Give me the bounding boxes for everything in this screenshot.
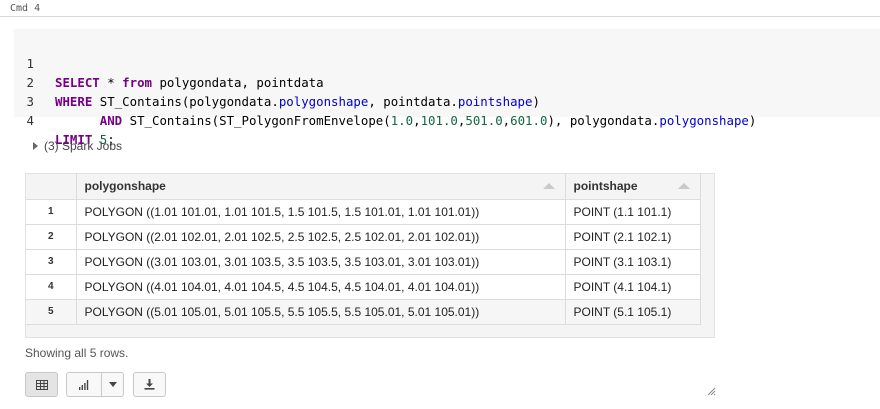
sql-number: 601.0: [510, 113, 548, 128]
sql-text: ST_Contains(polygondata.: [92, 94, 279, 109]
cell-polygonshape: POLYGON ((5.01 105.01, 5.01 105.5, 5.5 1…: [76, 299, 566, 325]
code-text: SELECT * from polygondata, pointdata: [55, 73, 324, 92]
code-line: 3 AND ST_Contains(ST_PolygonFromEnvelope…: [14, 73, 757, 128]
download-button[interactable]: [133, 372, 166, 397]
column-header-pointshape[interactable]: pointshape: [565, 174, 701, 200]
code-editor[interactable]: 1 SELECT * from polygondata, pointdata 2…: [14, 29, 880, 147]
spark-jobs-toggle[interactable]: (3) Spark Jobs: [33, 139, 122, 153]
cell-pointshape: POINT (5.1 105.1): [565, 299, 701, 325]
spark-jobs-label: (3) Spark Jobs: [44, 139, 123, 153]
sql-property: pointshape: [457, 94, 533, 109]
table-view-button[interactable]: [25, 372, 58, 397]
cell-label: Cmd 4: [10, 3, 41, 14]
sql-text: , pointdata.: [368, 94, 458, 109]
code-text: WHERE ST_Contains(polygondata.polygonsha…: [55, 92, 540, 111]
sql-keyword: AND: [99, 113, 123, 128]
download-icon: [144, 379, 155, 390]
row-number: 3: [26, 249, 77, 275]
cell-polygonshape: POLYGON ((2.01 102.01, 2.01 102.5, 2.5 1…: [76, 224, 566, 250]
chart-options-dropdown[interactable]: [101, 372, 124, 397]
row-number: 2: [26, 224, 77, 250]
chart-view-button[interactable]: [66, 372, 101, 397]
column-header-label: polygonshape: [84, 179, 166, 194]
cell-polygonshape: POLYGON ((3.01 103.01, 3.01 103.5, 3.5 1…: [76, 249, 566, 275]
cell-polygonshape: POLYGON ((1.01 101.01, 1.01 101.5, 1.5 1…: [76, 199, 566, 225]
sql-number: 501.0: [465, 113, 503, 128]
column-header-polygonshape[interactable]: polygonshape: [76, 174, 566, 200]
table-row: 5 POLYGON ((5.01 105.01, 5.01 105.5, 5.5…: [26, 299, 701, 325]
table-row: 3 POLYGON ((3.01 103.01, 3.01 103.5, 3.5…: [26, 249, 701, 275]
code-line: 2 WHERE ST_Contains(polygondata.polygons…: [14, 54, 540, 109]
table-row: 2 POLYGON ((2.01 102.01, 2.01 102.5, 2.5…: [26, 224, 701, 250]
caret-down-icon: [108, 382, 117, 387]
cell-pointshape: POINT (1.1 101.1): [565, 199, 701, 225]
sql-text: ,: [413, 113, 421, 128]
code-text: AND ST_Contains(ST_PolygonFromEnvelope(1…: [55, 111, 757, 130]
row-number: 1: [26, 199, 77, 225]
sql-keyword: SELECT: [55, 75, 100, 90]
table-row: 1 POLYGON ((1.01 101.01, 1.01 101.5, 1.5…: [26, 199, 701, 225]
sql-number: 101.0: [420, 113, 458, 128]
sql-text: polygondata, pointdata: [152, 75, 324, 90]
result-table: polygonshape pointshape 1 POLYGON ((1.01…: [25, 173, 715, 338]
row-number: 4: [26, 274, 77, 300]
cell-pointshape: POINT (4.1 104.1): [565, 274, 701, 300]
row-number: 5: [26, 299, 77, 325]
table-row: 4 POLYGON ((4.01 104.01, 4.01 104.5, 4.5…: [26, 274, 701, 300]
sql-number: 1.0: [390, 113, 414, 128]
column-header-label: pointshape: [573, 179, 638, 194]
resize-handle-icon[interactable]: [706, 386, 716, 396]
row-index-header: [26, 174, 77, 200]
sql-text: *: [99, 75, 123, 90]
cell-pointshape: POINT (2.1 102.1): [565, 224, 701, 250]
table-icon: [35, 379, 48, 390]
sql-text: ST_Contains(ST_PolygonFromEnvelope(: [122, 113, 391, 128]
row-count-status: Showing all 5 rows.: [25, 346, 129, 360]
code-line: 1 SELECT * from polygondata, pointdata: [14, 35, 324, 90]
sql-property: polygonshape: [278, 94, 369, 109]
sql-text: ), polygondata.: [547, 113, 660, 128]
cell-polygonshape: POLYGON ((4.01 104.01, 4.01 104.5, 4.5 1…: [76, 274, 566, 300]
sql-keyword: from: [122, 75, 152, 90]
sort-icon[interactable]: [677, 183, 690, 189]
line-number: 4: [26, 113, 34, 128]
sql-property: polygonshape: [659, 113, 749, 128]
sort-icon[interactable]: [542, 183, 555, 189]
code-line: 4 LIMIT 5;: [14, 92, 115, 147]
sql-text: ): [532, 94, 540, 109]
expand-triangle-icon: [33, 142, 38, 150]
bar-chart-icon: [79, 379, 89, 390]
sql-text: ): [748, 113, 757, 128]
cell-pointshape: POINT (3.1 103.1): [565, 249, 701, 275]
sql-keyword: WHERE: [55, 94, 93, 109]
